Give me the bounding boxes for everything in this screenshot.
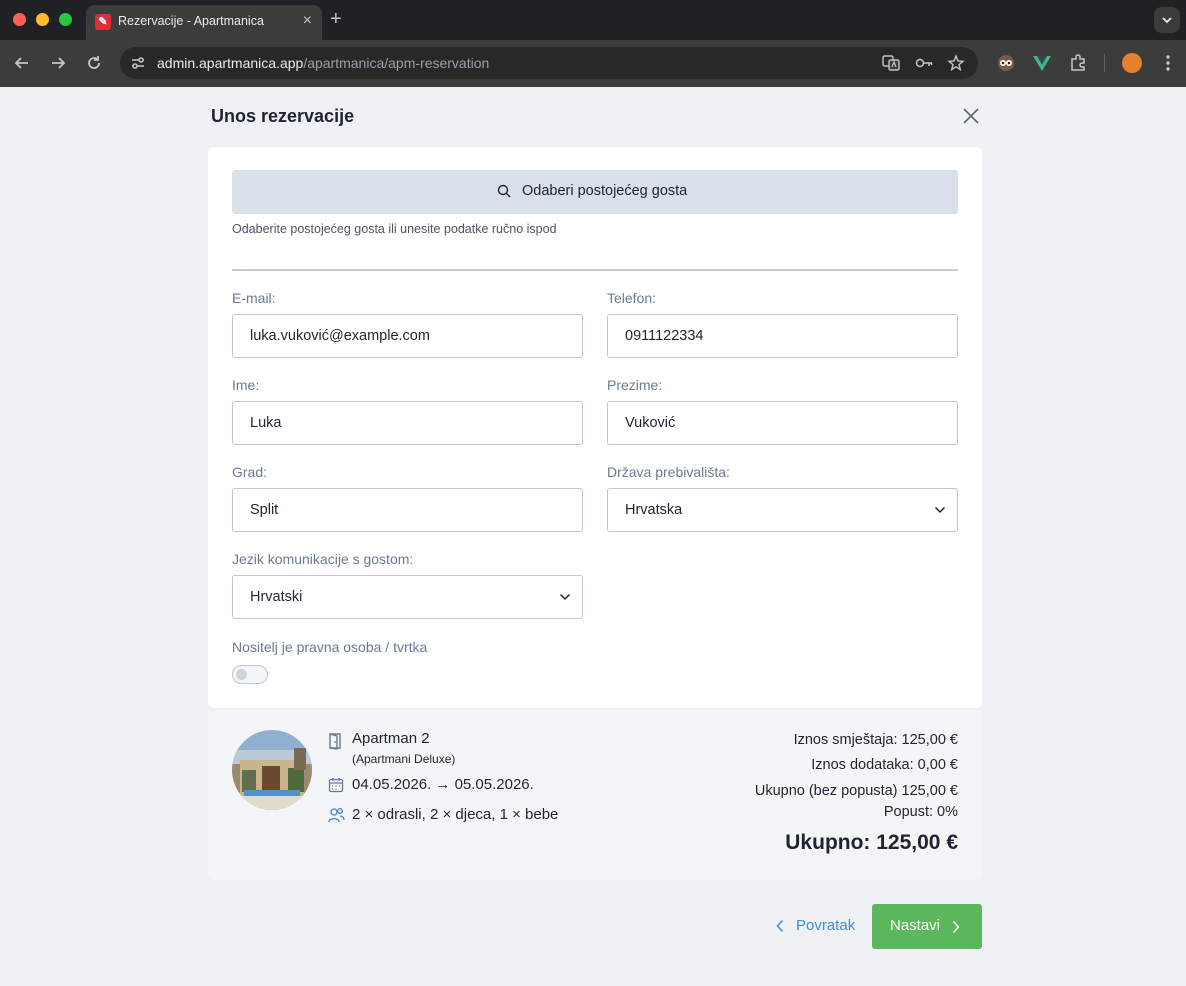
search-icon [497, 184, 511, 198]
door-icon [329, 733, 341, 750]
tab-search-button[interactable] [1154, 7, 1180, 33]
calendar-icon [328, 778, 344, 793]
browser-tab-active[interactable]: ✎ Rezervacije - Apartmanica × [86, 5, 322, 40]
country-label: Država prebivališta: [607, 464, 730, 480]
language-value: Hrvatski [250, 589, 303, 605]
new-tab-icon[interactable]: + [330, 8, 342, 30]
next-button[interactable]: Nastavi [872, 904, 982, 949]
window-close-button[interactable] [13, 13, 26, 26]
first-name-value: Luka [250, 415, 282, 431]
url-path: /apartmanica/apm-reservation [303, 55, 490, 71]
tab-title: Rezervacije - Apartmanica [118, 14, 264, 28]
extensions-puzzle-icon[interactable] [1068, 53, 1088, 73]
phone-value: 0911122334 [625, 328, 704, 344]
total-amount: Ukupno: 125,00 € [785, 831, 958, 854]
guests-count: 2 × odrasli, 2 × djeca, 1 × bebe [352, 806, 559, 823]
more-menu-icon[interactable] [1160, 53, 1176, 73]
chevron-left-icon [776, 919, 784, 933]
toolbar-separator [1104, 54, 1105, 72]
page-title: Unos rezervacije [211, 106, 355, 126]
email-value: luka.vuković@example.com [250, 328, 430, 344]
profile-avatar[interactable] [1122, 53, 1142, 73]
discount-amount: Popust: 0% [883, 804, 958, 820]
back-button-label: Povratak [796, 917, 856, 934]
guest-picker-hint: Odaberite postojećeg gosta ili unesite p… [232, 222, 557, 236]
window-minimize-button[interactable] [36, 13, 49, 26]
url-text: admin.apartmanica.app/apartmanica/apm-re… [157, 55, 489, 71]
last-name-label: Prezime: [607, 377, 663, 393]
city-label: Grad: [232, 464, 268, 480]
email-label: E-mail: [232, 290, 276, 306]
guest-form-card: Odaberi postojećeg gosta Odaberite posto… [208, 147, 982, 708]
apartment-name: Apartman 2 [352, 730, 430, 747]
phone-label: Telefon: [607, 290, 657, 306]
language-label: Jezik komunikacije s gostom: [232, 551, 414, 567]
site-settings-icon[interactable] [130, 55, 146, 71]
back-arrow-icon[interactable] [12, 53, 32, 73]
close-icon[interactable] [962, 107, 980, 125]
chevron-down-icon [934, 506, 946, 514]
company-toggle[interactable] [232, 665, 268, 684]
browser-toolbar: admin.apartmanica.app/apartmanica/apm-re… [0, 40, 1186, 87]
select-existing-guest-label: Odaberi postojećeg gosta [522, 183, 688, 199]
url-host: admin.apartmanica.app [157, 55, 304, 71]
reload-icon[interactable] [84, 53, 104, 73]
apartmanica-favicon-icon: ✎ [95, 14, 111, 30]
apartment-type: (Apartmani Deluxe) [352, 752, 456, 766]
country-value: Hrvatska [625, 502, 683, 518]
chevron-right-icon [952, 920, 960, 934]
extras-amount: Iznos dodataka: 0,00 € [811, 757, 958, 773]
toggle-knob [236, 669, 247, 680]
extension-owl-icon[interactable] [996, 53, 1016, 73]
phone-field[interactable]: 0911122334 [607, 314, 958, 358]
company-toggle-label: Nositelj je pravna osoba / tvrtka [232, 639, 428, 655]
browser-tab-bar: ✎ Rezervacije - Apartmanica × + [0, 0, 1186, 40]
city-field[interactable]: Split [232, 488, 583, 532]
email-field[interactable]: luka.vuković@example.com [232, 314, 583, 358]
apartment-photo [232, 730, 312, 810]
country-select[interactable]: Hrvatska [607, 488, 958, 532]
tab-close-icon[interactable]: × [303, 12, 312, 30]
chevron-down-icon [559, 593, 571, 601]
guests-icon [328, 808, 345, 823]
window-zoom-button[interactable] [59, 13, 72, 26]
language-select[interactable]: Hrvatski [232, 575, 583, 619]
select-existing-guest-button[interactable]: Odaberi postojećeg gosta [232, 170, 958, 214]
vue-devtools-icon[interactable] [1032, 53, 1052, 73]
chevron-down-icon [1162, 17, 1172, 24]
translate-icon[interactable] [882, 54, 900, 72]
reservation-summary: Apartman 2 (Apartmani Deluxe) 04.05.2026… [208, 711, 982, 880]
next-button-label: Nastavi [890, 917, 941, 934]
last-name-field[interactable]: Vuković [607, 401, 958, 445]
accommodation-amount: Iznos smještaja: 125,00 € [793, 732, 958, 748]
address-bar[interactable]: admin.apartmanica.app/apartmanica/apm-re… [120, 47, 978, 79]
password-key-icon[interactable] [915, 54, 933, 72]
reservation-dates: 04.05.2026. → 05.05.2026. [352, 776, 534, 793]
divider [232, 269, 958, 271]
city-value: Split [250, 502, 279, 518]
first-name-label: Ime: [232, 377, 260, 393]
bookmark-star-icon[interactable] [947, 54, 965, 72]
forward-arrow-icon[interactable] [48, 53, 68, 73]
last-name-value: Vuković [625, 415, 676, 431]
subtotal-amount: Ukupno (bez popusta) 125,00 € [754, 783, 958, 799]
first-name-field[interactable]: Luka [232, 401, 583, 445]
